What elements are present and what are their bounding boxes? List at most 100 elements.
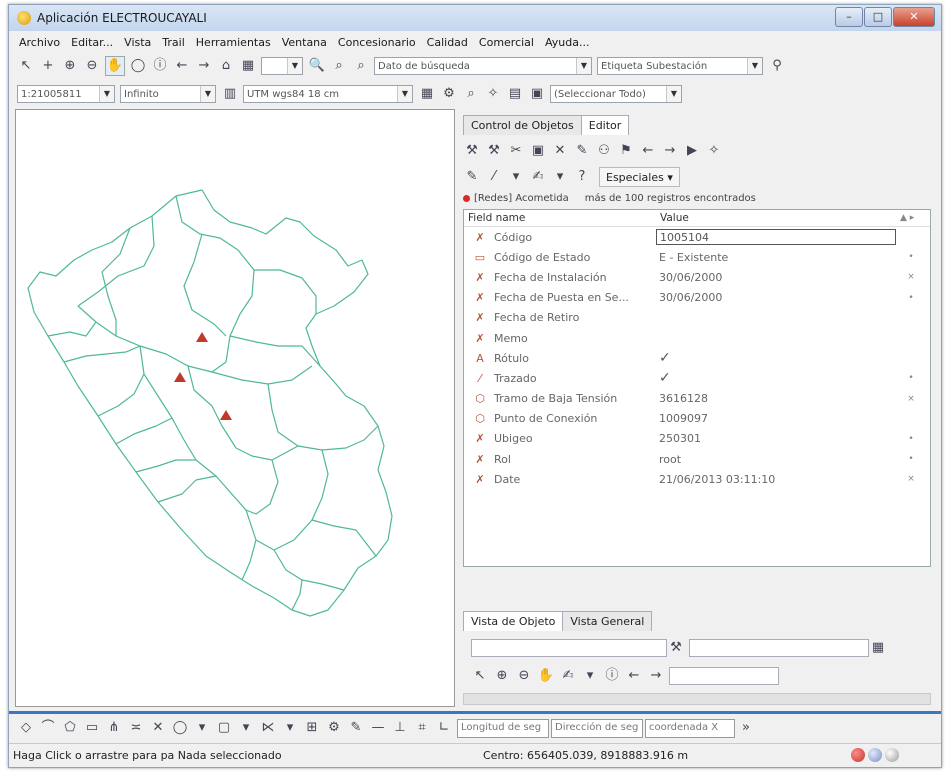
stamp-icon[interactable]: ⚑: [617, 142, 635, 160]
delete-icon[interactable]: ✕: [551, 142, 569, 160]
filter-icon[interactable]: ⚙: [440, 85, 458, 103]
snap-icon[interactable]: ⋉: [259, 719, 277, 737]
zoom-out-icon[interactable]: ⊖: [83, 57, 101, 75]
wand-icon[interactable]: ✧: [484, 85, 502, 103]
more-icon[interactable]: »: [737, 719, 755, 737]
menu-trail[interactable]: Trail: [162, 36, 184, 49]
split-icon[interactable]: ≍: [127, 719, 145, 737]
tool-icon[interactable]: ✧: [705, 142, 723, 160]
table-row[interactable]: ✗ Memo: [464, 328, 930, 348]
table-row[interactable]: ✗ Rol root •: [464, 449, 930, 469]
table-row[interactable]: ✗ Fecha de Puesta en Se... 30/06/2000 •: [464, 288, 930, 308]
back-arrow-icon[interactable]: ←: [173, 57, 191, 75]
paste-icon[interactable]: ▣: [529, 142, 547, 160]
query-icon[interactable]: ⌕: [462, 85, 480, 103]
table-row[interactable]: ✗ Fecha de Instalación 30/06/2000 ×: [464, 267, 930, 287]
pan-hand-icon[interactable]: ✋: [537, 667, 555, 685]
menu-concesionario[interactable]: Concesionario: [338, 36, 416, 49]
tab-vista-general[interactable]: Vista General: [562, 611, 653, 631]
label-combo[interactable]: Etiqueta Subestación ▼: [597, 57, 763, 75]
line-icon[interactable]: —: [369, 719, 387, 737]
field-value-cell[interactable]: 21/06/2013 03:11:10: [656, 471, 896, 487]
zoom-combo[interactable]: ▼: [261, 57, 303, 75]
help-icon[interactable]: ?: [573, 168, 591, 186]
direction-field[interactable]: Dirección de seg: [551, 718, 643, 738]
table-icon[interactable]: ▤: [506, 85, 524, 103]
field-value-cell[interactable]: [656, 330, 896, 346]
tool-icon[interactable]: ⚒: [667, 639, 685, 657]
attributes-icon[interactable]: ✎: [573, 142, 591, 160]
intersect-icon[interactable]: ⌗: [413, 719, 431, 737]
search-input[interactable]: Dato de búsqueda: [375, 61, 576, 72]
object-combo[interactable]: [689, 639, 869, 657]
table-row[interactable]: ✗ Código 1005104: [464, 227, 930, 247]
edit-object-icon[interactable]: ⚒: [463, 142, 481, 160]
scale-combo[interactable]: 1:21005811 ▼: [17, 85, 115, 103]
box-icon[interactable]: ▢: [215, 719, 233, 737]
table-row[interactable]: ⬡ Tramo de Baja Tensión 3616128 ×: [464, 389, 930, 409]
rectangle-icon[interactable]: ▭: [83, 719, 101, 737]
object-field[interactable]: [471, 639, 667, 657]
especiales-button[interactable]: Especiales ▾: [599, 167, 680, 187]
menu-ayuda[interactable]: Ayuda...: [545, 36, 589, 49]
table-row[interactable]: ⬡ Punto de Conexión 1009097: [464, 409, 930, 429]
maximize-button[interactable]: □: [864, 7, 892, 27]
cut-icon[interactable]: ✂: [507, 142, 525, 160]
point-icon[interactable]: ◇: [17, 719, 35, 737]
horizontal-scrollbar[interactable]: [463, 693, 931, 705]
table-row[interactable]: ✗ Fecha de Retiro: [464, 308, 930, 328]
sort-icon[interactable]: ▲ ▸: [900, 213, 930, 223]
tools-icon[interactable]: ⚙: [325, 719, 343, 737]
tab-editor[interactable]: Editor: [580, 115, 630, 135]
length-field[interactable]: Longitud de seg: [457, 718, 549, 738]
copy-object-icon[interactable]: ⚒: [485, 142, 503, 160]
measure-icon[interactable]: ⊞: [303, 719, 321, 737]
menu-ventana[interactable]: Ventana: [282, 36, 327, 49]
zoom-in-icon[interactable]: ⊕: [61, 57, 79, 75]
chevron-down-icon[interactable]: ▾: [581, 667, 599, 685]
chevron-down-icon[interactable]: ▾: [237, 719, 255, 737]
view-field[interactable]: [669, 667, 779, 685]
menu-herramientas[interactable]: Herramientas: [196, 36, 271, 49]
full-extent-icon[interactable]: ◯: [129, 57, 147, 75]
field-value-cell[interactable]: 3616128: [656, 391, 896, 407]
field-value-cell[interactable]: 1009097: [656, 411, 896, 427]
delete-icon[interactable]: ✕: [149, 719, 167, 737]
polygon-icon[interactable]: ⬠: [61, 719, 79, 737]
circle-icon[interactable]: ◯: [171, 719, 189, 737]
search-combo[interactable]: Dato de búsqueda ▼: [374, 57, 592, 75]
pen-icon[interactable]: ✎: [347, 719, 365, 737]
polyline-icon[interactable]: ⌒: [39, 719, 57, 737]
report-icon[interactable]: ▣: [528, 85, 546, 103]
tab-control-objetos[interactable]: Control de Objetos: [463, 115, 582, 135]
pencil-icon[interactable]: ✎: [463, 168, 481, 186]
tab-vista-objeto[interactable]: Vista de Objeto: [463, 611, 564, 631]
select-arrow-icon[interactable]: ↖: [471, 667, 489, 685]
pan-hand-icon[interactable]: ✋: [105, 56, 125, 76]
header-value[interactable]: Value: [660, 212, 900, 224]
info-icon[interactable]: ⓘ: [603, 667, 621, 685]
stamp-icon[interactable]: ✍: [529, 168, 547, 186]
info-icon[interactable]: ⓘ: [151, 57, 169, 75]
table-row[interactable]: ⁄ Trazado ✓ •: [464, 368, 930, 388]
chevron-down-icon[interactable]: ▾: [551, 168, 569, 186]
table-row[interactable]: ▭ Código de Estado E - Existente •: [464, 247, 930, 267]
bookmark-icon[interactable]: ▶: [683, 142, 701, 160]
layers-icon[interactable]: ▦: [239, 57, 257, 75]
zoom-in-icon[interactable]: ⊕: [493, 667, 511, 685]
home-icon[interactable]: ⌂: [217, 57, 235, 75]
table-icon[interactable]: ▦: [869, 639, 887, 657]
select-arrow-icon[interactable]: ↖: [17, 57, 35, 75]
chevron-down-icon[interactable]: ▾: [507, 168, 525, 186]
table-row[interactable]: A Rótulo ✓: [464, 348, 930, 368]
projection-icon[interactable]: ▥: [221, 85, 239, 103]
minimize-button[interactable]: –: [835, 7, 863, 27]
chevron-down-icon[interactable]: ▾: [281, 719, 299, 737]
close-button[interactable]: ✕: [893, 7, 935, 27]
grid-tool-icon[interactable]: ▦: [418, 85, 436, 103]
find-icon[interactable]: ⌕: [330, 57, 348, 75]
menu-editar[interactable]: Editar...: [71, 36, 113, 49]
forward-arrow-icon[interactable]: →: [195, 57, 213, 75]
node-icon[interactable]: ⋔: [105, 719, 123, 737]
menu-archivo[interactable]: Archivo: [19, 36, 60, 49]
